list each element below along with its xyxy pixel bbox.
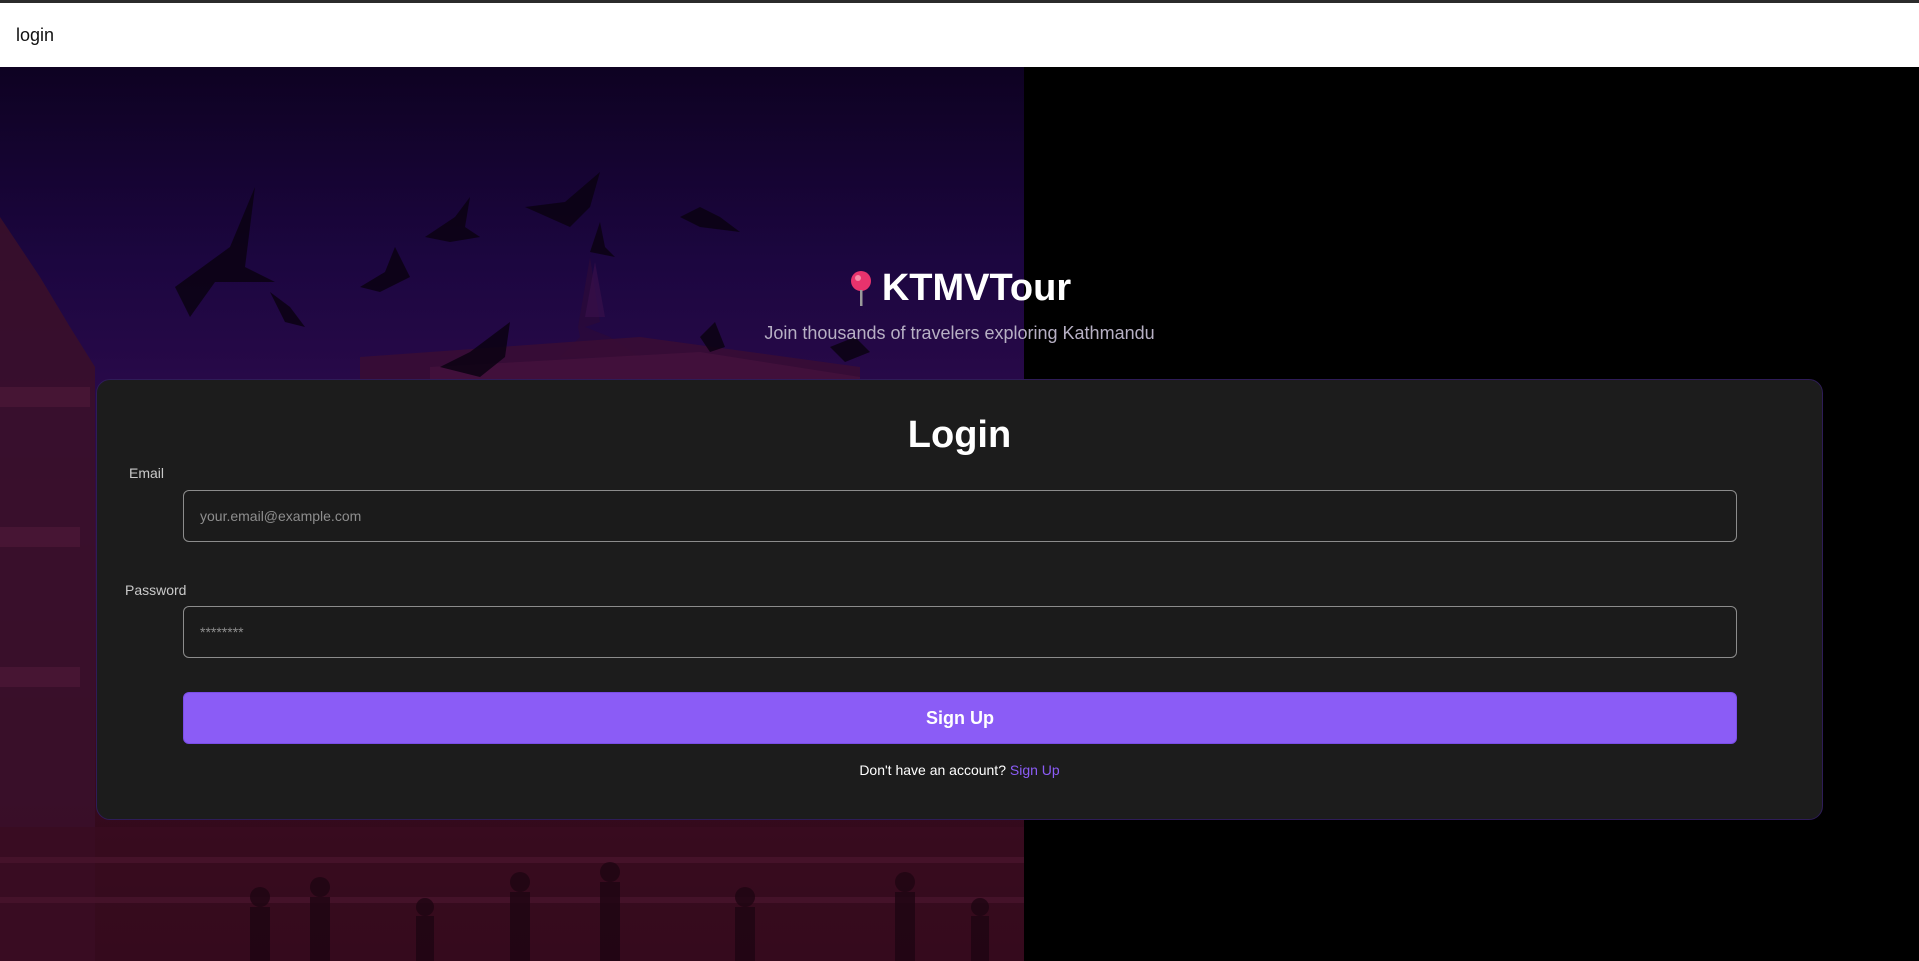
login-card: Login Email Password Sign Up Don't have … bbox=[96, 379, 1823, 820]
brand-header: KTMVTour Join thousands of travelers exp… bbox=[0, 267, 1919, 344]
brand-name: KTMVTour bbox=[881, 267, 1072, 309]
window-titlebar: login bbox=[0, 0, 1919, 67]
brand-title: KTMVTour bbox=[848, 267, 1071, 310]
brand-tagline: Join thousands of travelers exploring Ka… bbox=[764, 322, 1155, 343]
window-title: login bbox=[16, 25, 55, 45]
sign-up-link[interactable]: Sign Up bbox=[1010, 762, 1060, 778]
signup-prompt-text: Don't have an account? bbox=[859, 762, 1006, 778]
page-content: KTMVTour Join thousands of travelers exp… bbox=[0, 67, 1919, 961]
sign-up-button[interactable]: Sign Up bbox=[183, 692, 1737, 744]
email-label: Email bbox=[129, 465, 165, 481]
password-field[interactable] bbox=[183, 606, 1737, 658]
email-field[interactable] bbox=[183, 490, 1737, 542]
signup-prompt: Don't have an account? Sign Up bbox=[97, 762, 1822, 778]
password-label: Password bbox=[125, 582, 187, 598]
login-title: Login bbox=[907, 414, 1012, 456]
map-pin-icon bbox=[848, 270, 874, 308]
